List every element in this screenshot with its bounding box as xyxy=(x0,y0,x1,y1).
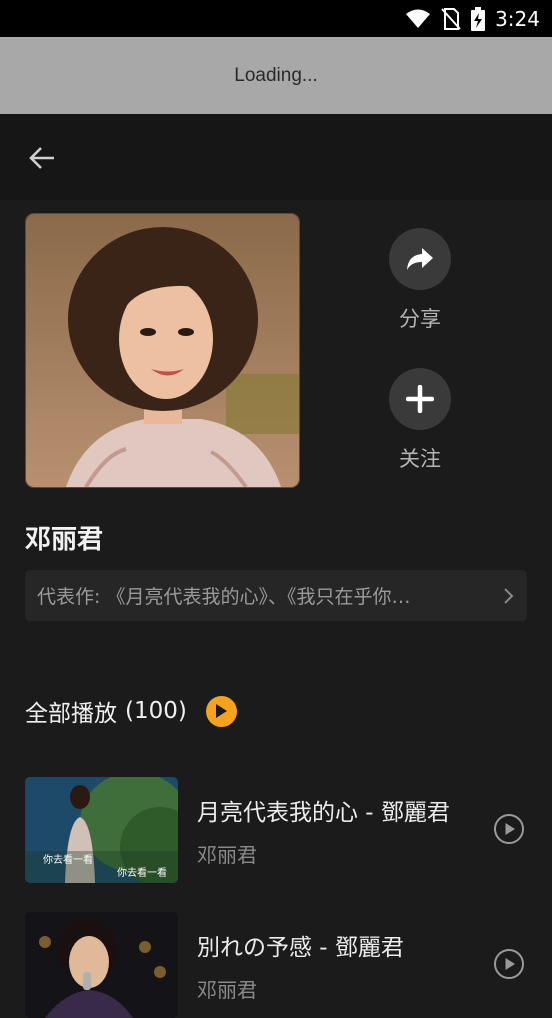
play-icon xyxy=(216,704,228,718)
chevron-right-icon xyxy=(504,587,514,604)
follow-button[interactable] xyxy=(389,368,451,430)
song-title: 月亮代表我的心 - 鄧麗君 xyxy=(197,800,450,826)
loading-banner: Loading... xyxy=(0,37,552,114)
play-all-icon-wrap[interactable] xyxy=(205,695,237,727)
share-action[interactable]: 分享 xyxy=(370,228,470,333)
share-button[interactable] xyxy=(389,228,451,290)
share-label: 分享 xyxy=(399,307,441,331)
thumb-caption-left: 你去看一看 xyxy=(43,853,93,866)
back-button[interactable] xyxy=(26,142,58,174)
thumb-caption-right: 你去看一看 xyxy=(117,866,167,879)
song-artist: 邓丽君 xyxy=(197,978,257,1002)
play-all-button[interactable]: 全部播放 (100) xyxy=(25,694,237,728)
play-circle-icon[interactable] xyxy=(493,948,525,980)
status-time: 3:24 xyxy=(495,6,540,31)
battery-charging-icon xyxy=(471,6,486,31)
follow-label: 关注 xyxy=(399,447,441,471)
song-artist: 邓丽君 xyxy=(197,843,257,867)
artist-portrait-image xyxy=(26,214,299,487)
arrow-left-icon xyxy=(29,147,54,169)
follow-action[interactable]: 关注 xyxy=(370,368,470,473)
artist-name: 邓丽君 xyxy=(25,525,104,555)
artist-photo xyxy=(25,213,300,488)
loading-text: Loading... xyxy=(234,64,318,86)
plus-icon xyxy=(406,385,434,413)
play-all-count: (100) xyxy=(125,698,187,724)
list-item[interactable]: 別れの予感 - 鄧麗君 邓丽君 xyxy=(25,912,552,1018)
status-icons xyxy=(405,6,486,31)
song-title: 別れの予感 - 鄧麗君 xyxy=(197,935,404,961)
share-icon xyxy=(407,248,433,270)
list-item[interactable]: 你去看一看 你去看一看 月亮代表我的心 - 鄧麗君 邓丽君 xyxy=(25,777,552,883)
song-thumbnail xyxy=(25,912,178,1018)
status-bar: 3:24 xyxy=(0,0,552,37)
works-text: 代表作: 《月亮代表我的心》、《我只在乎你… xyxy=(37,586,411,608)
wifi-icon xyxy=(406,9,431,28)
no-sim-icon xyxy=(441,7,461,30)
play-all-label: 全部播放 xyxy=(25,701,117,727)
representative-works[interactable]: 代表作: 《月亮代表我的心》、《我只在乎你… xyxy=(25,570,527,621)
play-circle-icon[interactable] xyxy=(493,813,525,845)
app-bar xyxy=(0,114,552,200)
song-thumbnail: 你去看一看 你去看一看 xyxy=(25,777,178,883)
